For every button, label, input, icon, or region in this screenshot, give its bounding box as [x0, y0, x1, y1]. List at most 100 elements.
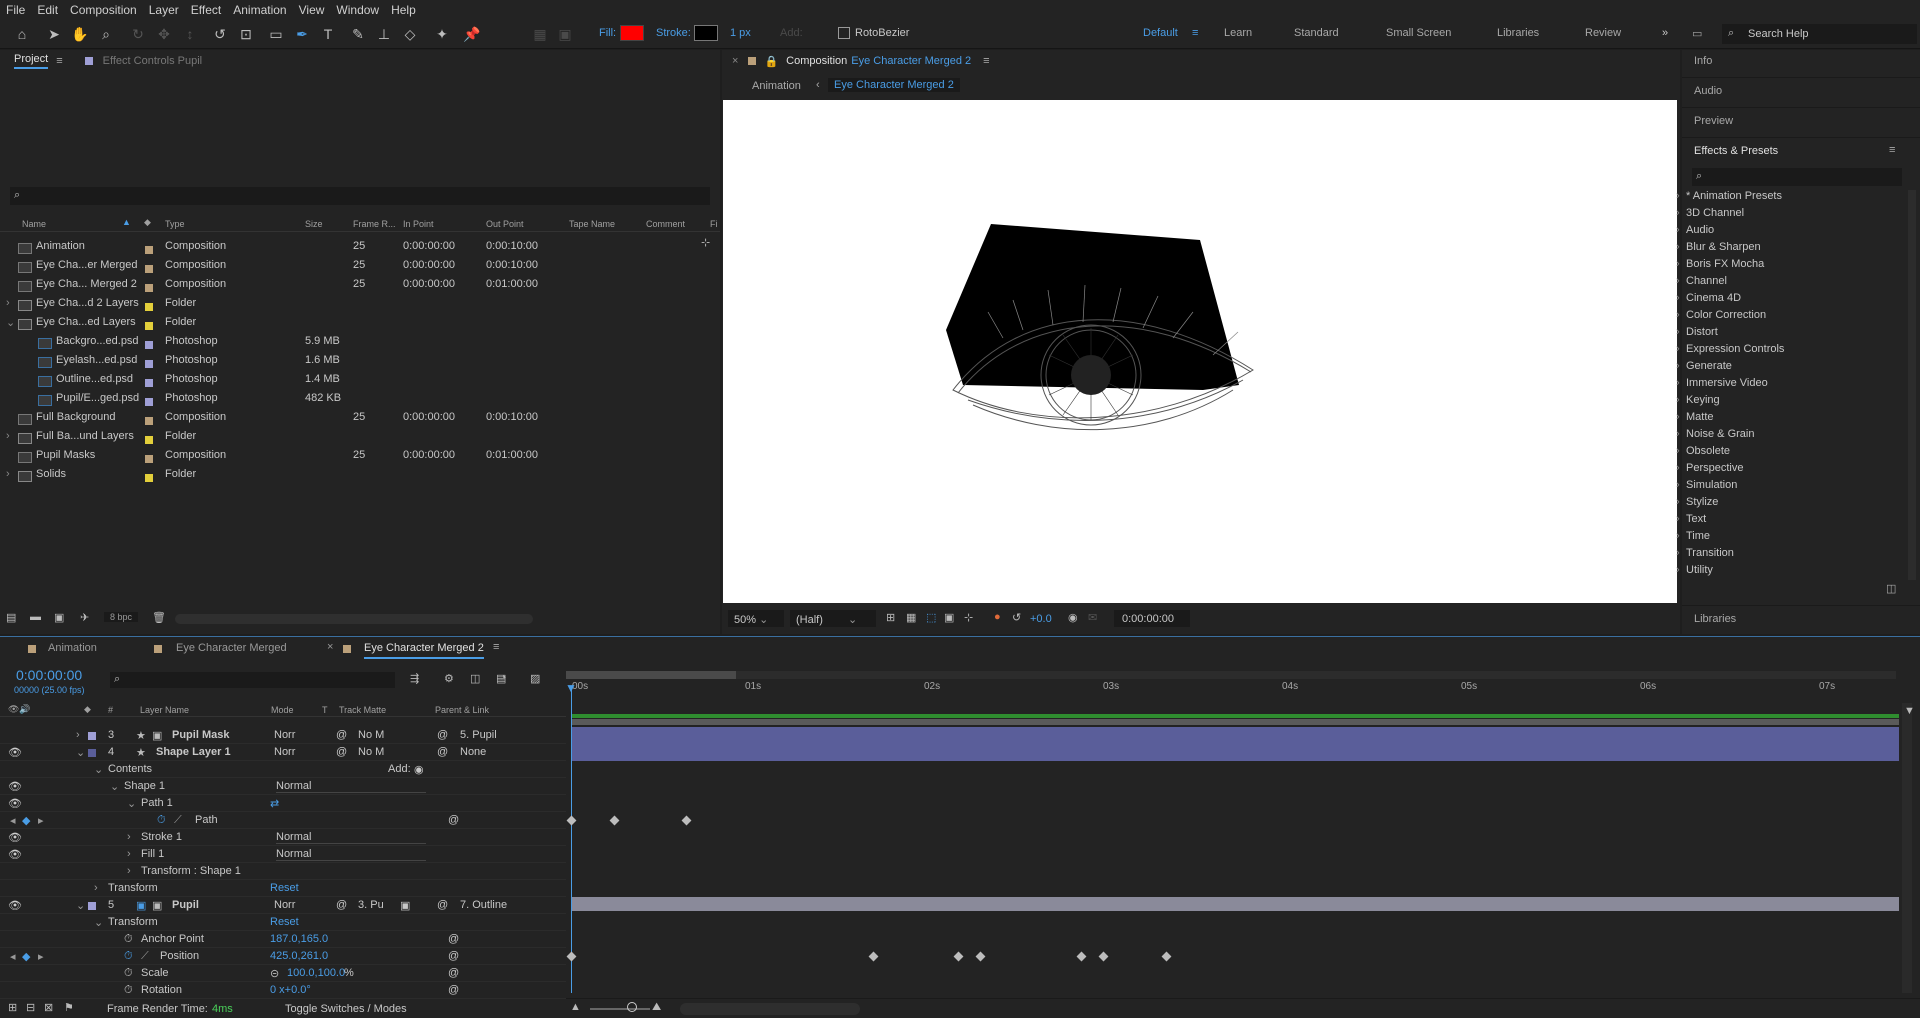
- project-row[interactable]: › Solids Folder: [0, 465, 705, 484]
- effects-category[interactable]: Keying: [1676, 394, 1720, 406]
- effects-category[interactable]: Distort: [1676, 326, 1718, 338]
- timeline-row[interactable]: ◂ ◆ ▸ ⏱ ⟋ Path @: [0, 812, 566, 829]
- clone-stamp-icon[interactable]: ⊥: [374, 24, 394, 44]
- expanded-arrow-icon[interactable]: ⌄: [76, 746, 85, 759]
- effects-title[interactable]: Effects & Presets: [1694, 145, 1778, 157]
- timeline-row[interactable]: › Transform : Shape 1: [0, 863, 566, 880]
- pickwhip-icon[interactable]: @: [448, 950, 459, 962]
- stopwatch-icon[interactable]: ⏱: [157, 814, 166, 827]
- scale-value[interactable]: 100.0,100.0: [287, 967, 345, 979]
- pickwhip-icon[interactable]: @: [437, 899, 448, 911]
- in-out-icon[interactable]: ⊠: [44, 1001, 53, 1014]
- effects-category[interactable]: Utility: [1676, 564, 1713, 576]
- lock-icon[interactable]: 🔒: [764, 55, 778, 68]
- fill-group[interactable]: Fill 1: [141, 848, 164, 860]
- breadcrumb-animation[interactable]: Animation: [752, 80, 801, 92]
- blend-mode-dropdown[interactable]: Normal: [276, 848, 426, 861]
- effects-category[interactable]: Expression Controls: [1676, 343, 1784, 355]
- effects-category[interactable]: Blur & Sharpen: [1676, 241, 1761, 253]
- menu-layer[interactable]: Layer: [149, 3, 179, 17]
- project-row[interactable]: Full Background Composition 25 0:00:00:00 0:…: [0, 408, 705, 427]
- label-swatch[interactable]: [88, 749, 96, 757]
- hand-tool-icon[interactable]: ✋: [70, 24, 90, 44]
- matte-icon[interactable]: ▣: [400, 899, 410, 912]
- layer-mode[interactable]: Norr: [274, 746, 295, 758]
- stopwatch-icon[interactable]: ⏱: [124, 967, 133, 980]
- bpc-button[interactable]: 8 bpc: [104, 612, 139, 622]
- project-row[interactable]: Animation Composition 25 0:00:00:00 0:00:10:…: [0, 237, 705, 256]
- expanded-arrow-icon[interactable]: ⌄: [94, 763, 103, 776]
- path-property[interactable]: Path: [195, 814, 218, 826]
- effects-category[interactable]: * Animation Presets: [1676, 190, 1782, 202]
- info-panel[interactable]: Info: [1682, 50, 1920, 78]
- transform-shape-group[interactable]: Transform : Shape 1: [141, 865, 241, 877]
- reset-link[interactable]: Reset: [270, 882, 299, 894]
- snap-option-icon[interactable]: ▣: [555, 24, 575, 44]
- effects-category[interactable]: Cinema 4D: [1676, 292, 1741, 304]
- home-icon[interactable]: ⌂: [12, 24, 32, 44]
- collapsed-arrow-icon[interactable]: ›: [94, 882, 98, 894]
- transform-group[interactable]: Transform: [108, 916, 158, 928]
- menu-composition[interactable]: Composition: [70, 3, 137, 17]
- snapshot-icon[interactable]: ◉: [1068, 611, 1078, 624]
- comp-panel-menu-icon[interactable]: ≡: [983, 55, 989, 67]
- parent-dropdown[interactable]: 5. Pupil: [460, 729, 497, 741]
- col-layer-name[interactable]: Layer Name: [140, 705, 189, 715]
- eye-icon[interactable]: 👁: [8, 746, 22, 759]
- timeline-row[interactable]: 👁 ⌄ Shape 1 Normal: [0, 778, 566, 795]
- fill-swatch[interactable]: [620, 25, 644, 41]
- col-size[interactable]: Size: [305, 219, 323, 229]
- preview-panel[interactable]: Preview: [1682, 110, 1920, 138]
- layer-mode[interactable]: Norr: [274, 729, 295, 741]
- new-preset-icon[interactable]: ◫: [1886, 582, 1896, 595]
- breadcrumb-current[interactable]: Eye Character Merged 2: [828, 78, 960, 92]
- layer-name[interactable]: Pupil Mask: [172, 729, 229, 741]
- timeline-row[interactable]: 👁 ⌄ 5 ▣ ▣ Pupil Norr @ 3. Pu ▣ @ 7. Outl…: [0, 897, 566, 914]
- effect-controls-tab[interactable]: Effect Controls Pupil: [103, 55, 202, 67]
- timeline-row[interactable]: ⌄ Transform Reset: [0, 914, 566, 931]
- motion-blur-icon[interactable]: ◔: [500, 672, 507, 684]
- comp-mini-flowchart-icon[interactable]: ⇶: [410, 672, 419, 685]
- grid-guides-icon[interactable]: ⊹: [964, 611, 973, 624]
- zoom-in-icon[interactable]: ⛰: [652, 1001, 661, 1014]
- region-of-interest-icon[interactable]: ▣: [944, 611, 954, 624]
- expand-arrow-icon[interactable]: ›: [76, 729, 80, 741]
- dolly-tool-icon[interactable]: ↕: [180, 24, 200, 44]
- col-file[interactable]: Fi: [710, 219, 718, 229]
- workspace-libraries[interactable]: Libraries: [1497, 27, 1539, 39]
- effects-category[interactable]: Immersive Video: [1676, 377, 1768, 389]
- menu-view[interactable]: View: [299, 3, 325, 17]
- timeline-search-input[interactable]: ⌕: [110, 672, 395, 688]
- collapsed-arrow-icon[interactable]: ›: [127, 865, 131, 877]
- workspace-small-screen[interactable]: Small Screen: [1386, 27, 1451, 39]
- effects-search-input[interactable]: ⌕: [1692, 168, 1902, 186]
- parent-dropdown[interactable]: 7. Outline: [460, 899, 507, 911]
- eye-icon[interactable]: 👁: [8, 899, 22, 912]
- pickwhip-icon[interactable]: @: [437, 746, 448, 758]
- effects-category[interactable]: Obsolete: [1676, 445, 1730, 457]
- effects-category[interactable]: Color Correction: [1676, 309, 1766, 321]
- track-matte[interactable]: No M: [358, 746, 384, 758]
- timeline-tab-animation[interactable]: Animation: [48, 642, 97, 654]
- next-keyframe-icon[interactable]: ▸: [38, 950, 44, 963]
- show-snapshot-icon[interactable]: ✉: [1088, 611, 1097, 624]
- timeline-menu-icon[interactable]: ≡: [493, 641, 499, 653]
- path-direction-icon[interactable]: ⇄: [270, 797, 279, 810]
- keyframe-nav-icon[interactable]: ◆: [22, 950, 30, 963]
- snap-icon[interactable]: ▦: [530, 24, 550, 44]
- label-swatch[interactable]: [88, 732, 96, 740]
- collapsed-arrow-icon[interactable]: ›: [127, 831, 131, 843]
- menu-animation[interactable]: Animation: [233, 3, 286, 17]
- effects-category[interactable]: 3D Channel: [1676, 207, 1744, 219]
- more-workspaces-icon[interactable]: »: [1662, 27, 1668, 39]
- effects-category[interactable]: Text: [1676, 513, 1706, 525]
- zoom-out-icon[interactable]: ▲: [570, 1001, 581, 1013]
- selection-tool-icon[interactable]: ➤: [44, 24, 64, 44]
- expanded-arrow-icon[interactable]: ⌄: [6, 316, 15, 329]
- reset-exposure-icon[interactable]: ↺: [1012, 611, 1021, 624]
- blend-mode-dropdown[interactable]: Normal: [276, 831, 426, 844]
- timeline-zoom-slider[interactable]: [590, 1008, 650, 1010]
- eraser-tool-icon[interactable]: ◇: [400, 24, 420, 44]
- pickwhip-icon[interactable]: @: [448, 984, 459, 996]
- menu-file[interactable]: File: [6, 3, 25, 17]
